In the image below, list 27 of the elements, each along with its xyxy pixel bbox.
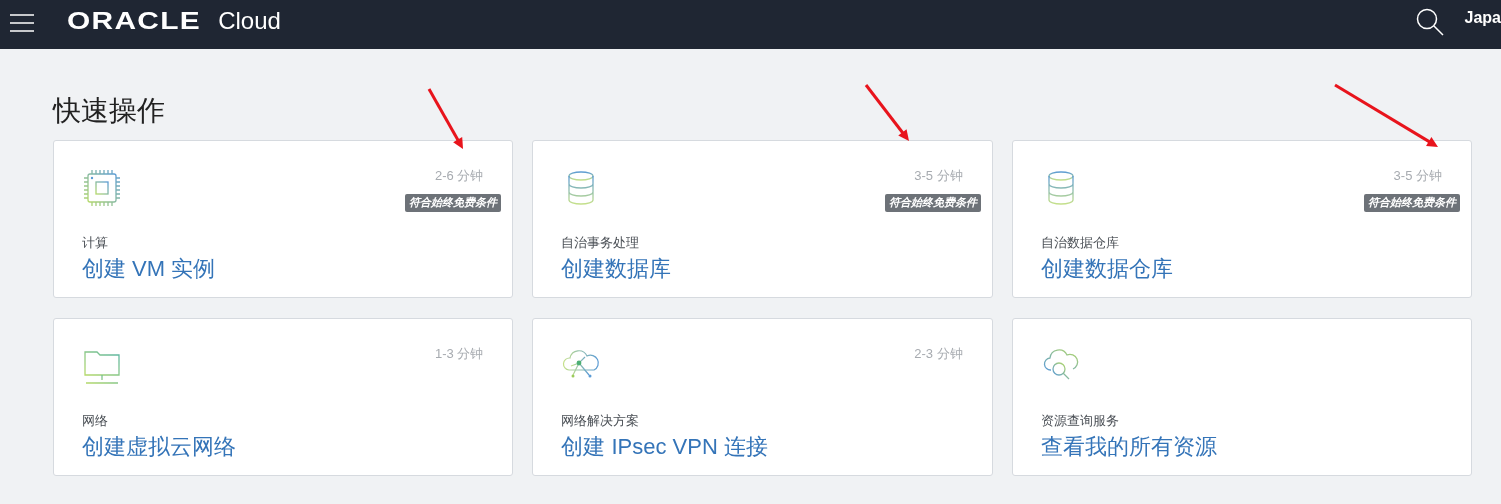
card-link[interactable]: 创建数据仓库 <box>1040 254 1442 284</box>
region-selector[interactable]: Japa <box>1464 8 1501 27</box>
free-tier-badge: 符合始终免费条件 <box>884 194 981 212</box>
card-category: 网络解决方案 <box>561 412 641 430</box>
card-category: 网络 <box>82 412 109 430</box>
card-category: 资源查询服务 <box>1040 412 1120 430</box>
free-tier-badge: 符合始终免费条件 <box>1364 194 1460 212</box>
card-category: 自治数据仓库 <box>1040 234 1120 252</box>
chip-icon <box>82 168 122 208</box>
card-link[interactable]: 创建虚拟云网络 <box>82 432 484 462</box>
duration-label: 1-3 分钟 <box>434 345 484 363</box>
duration-label: 3-5 分钟 <box>1393 167 1442 185</box>
section-title: 快速操作 <box>53 94 165 128</box>
menu-icon[interactable] <box>10 13 34 32</box>
duration-label: 2-3 分钟 <box>914 345 963 363</box>
duration-label: 2-6 分钟 <box>434 167 484 185</box>
logo-product: Cloud <box>218 6 281 35</box>
search-icon[interactable] <box>1415 7 1444 36</box>
card-link[interactable]: 查看我的所有资源 <box>1040 432 1442 462</box>
card-category: 自治事务处理 <box>561 234 641 252</box>
duration-label: 3-5 分钟 <box>914 167 963 185</box>
free-tier-badge: 符合始终免费条件 <box>405 194 502 212</box>
logo-brand: ORACLE <box>67 7 202 35</box>
card-link[interactable]: 创建 VM 实例 <box>82 254 484 284</box>
card-category: 计算 <box>82 234 109 252</box>
card-link[interactable]: 创建数据库 <box>561 254 963 284</box>
card-link[interactable]: 创建 IPsec VPN 连接 <box>561 432 963 462</box>
